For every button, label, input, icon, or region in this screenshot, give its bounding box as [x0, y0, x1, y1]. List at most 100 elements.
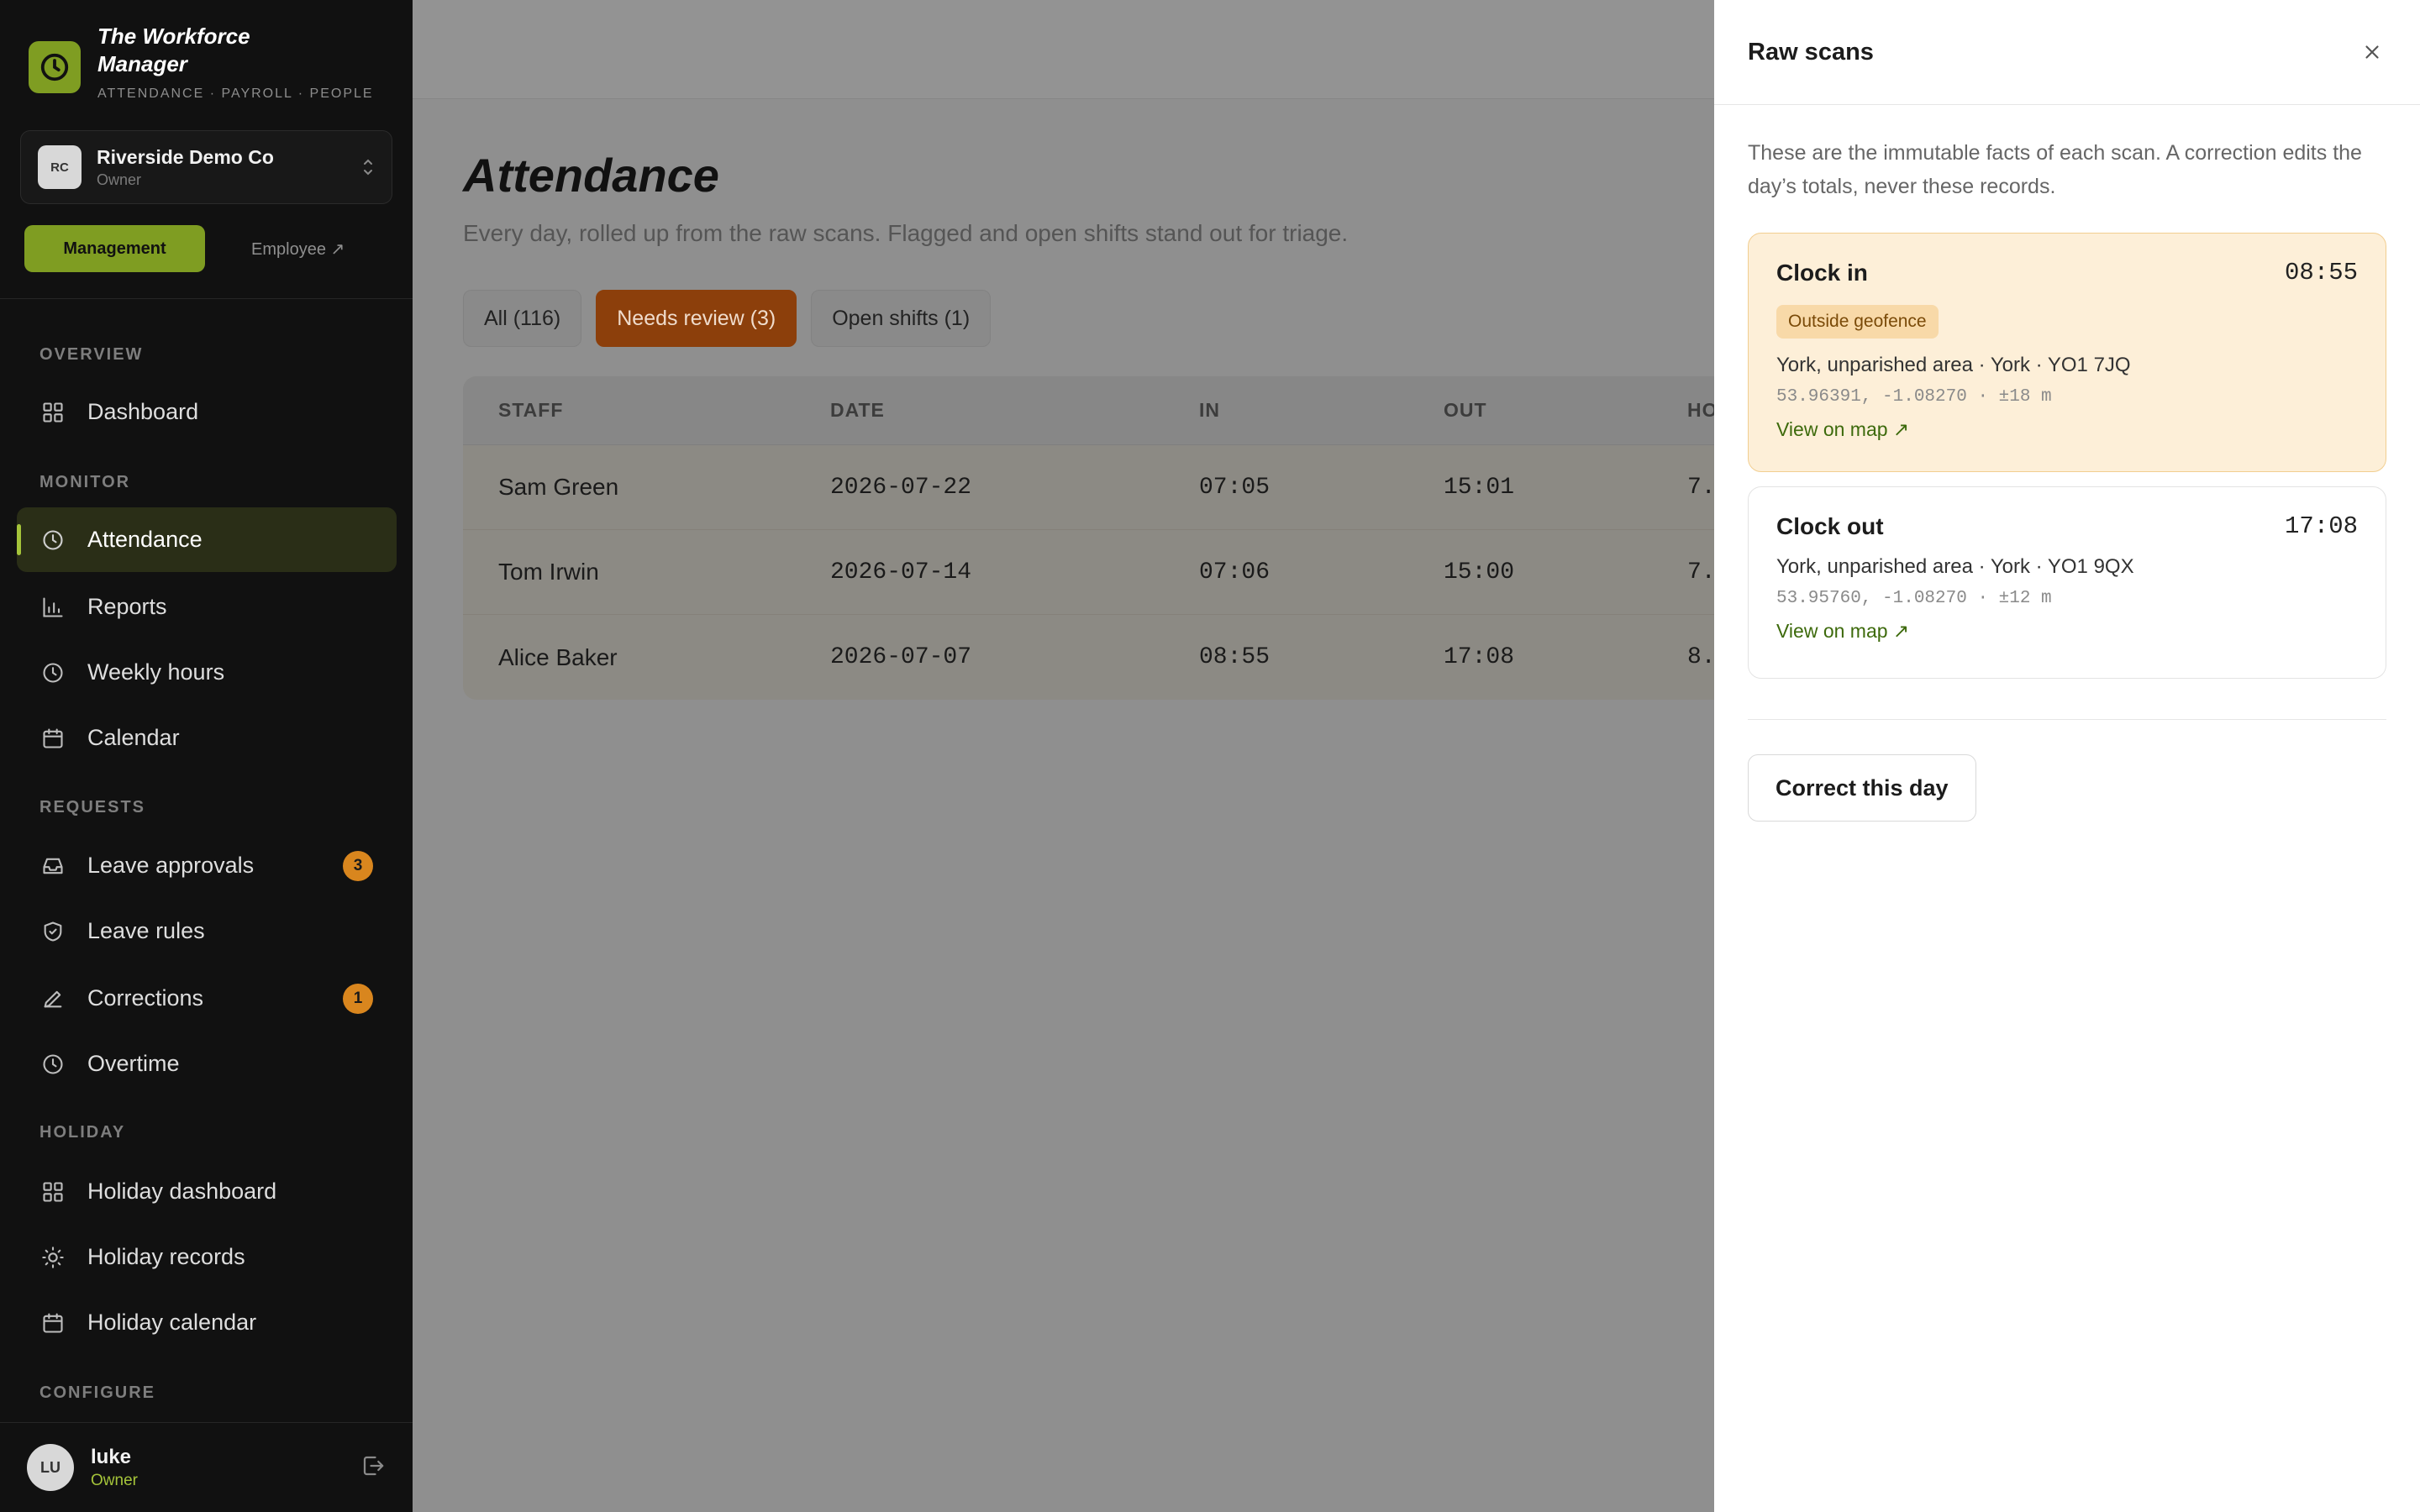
scan-label: Clock out: [1776, 512, 1884, 539]
sidebar-item-corrections[interactable]: Corrections 1: [17, 966, 397, 1031]
scan-label: Clock in: [1776, 259, 1868, 286]
filter-open-shifts[interactable]: Open shifts (1): [811, 290, 992, 347]
drawer-header: Raw scans: [1714, 0, 2420, 105]
column-header-out[interactable]: OUT: [1444, 399, 1487, 422]
column-header-in[interactable]: IN: [1199, 399, 1220, 422]
filter-needs-review[interactable]: Needs review (3): [596, 290, 797, 347]
scan-address: York, unparished area · York · YO1 7JQ: [1776, 354, 2131, 376]
sidebar-item-leave-rules[interactable]: Leave rules: [17, 899, 397, 963]
leave-approvals-count-badge: 3: [343, 850, 373, 881]
pencil-icon: [40, 986, 66, 1011]
cell-date: 2026-07-22: [830, 474, 972, 501]
clock-icon: [40, 1052, 66, 1077]
section-label-configure: CONFIGURE: [39, 1383, 155, 1402]
calendar-icon: [40, 726, 66, 751]
sidebar-item-holiday-calendar[interactable]: Holiday calendar: [17, 1290, 397, 1355]
table-row[interactable]: Sam Green 2026-07-22 07:05 15:01 7.: [463, 445, 1807, 530]
cell-hours: 7.: [1687, 474, 1716, 501]
page-title: Attendance: [463, 149, 719, 202]
sidebar-item-weekly-hours[interactable]: Weekly hours: [17, 640, 397, 705]
sidebar-item-label: Attendance: [87, 527, 203, 552]
brand-subtitle: ATTENDANCE · PAYROLL · PEOPLE: [97, 87, 374, 101]
cell-date: 2026-07-07: [830, 644, 972, 670]
sidebar-divider: [0, 298, 413, 299]
sidebar-item-label: Weekly hours: [87, 659, 225, 685]
clock-icon: [40, 528, 66, 553]
user-name: luke: [91, 1445, 132, 1468]
outside-geofence-badge: Outside geofence: [1776, 305, 1939, 339]
sidebar-item-label: Holiday dashboard: [87, 1179, 277, 1204]
user-bar: LU luke Owner: [0, 1422, 413, 1512]
close-icon[interactable]: [2358, 38, 2386, 66]
employee-mode-link[interactable]: Employee ↗: [251, 239, 345, 260]
section-label-requests: REQUESTS: [39, 798, 146, 816]
column-header-staff[interactable]: STAFF: [498, 399, 563, 422]
drawer-description: These are the immutable facts of each sc…: [1748, 141, 2362, 198]
sun-icon: [40, 1245, 66, 1270]
cell-out: 15:00: [1444, 559, 1515, 585]
filter-tabs: All (116) Needs review (3) Open shifts (…: [463, 290, 1005, 347]
sidebar-item-holiday-dashboard[interactable]: Holiday dashboard: [17, 1159, 397, 1224]
cell-staff: Tom Irwin: [498, 559, 599, 585]
grid-icon: [40, 400, 66, 425]
clock-icon: [40, 660, 66, 685]
cell-in: 07:05: [1199, 474, 1270, 501]
sidebar-item-label: Holiday calendar: [87, 1310, 257, 1335]
scan-time: 17:08: [2284, 512, 2358, 540]
sidebar-item-label: Holiday records: [87, 1244, 245, 1269]
sidebar-item-holiday-records[interactable]: Holiday records: [17, 1225, 397, 1289]
org-role: Owner: [97, 171, 142, 188]
sidebar-item-reports[interactable]: Reports: [17, 575, 397, 639]
scan-coordinates: 53.95760, -1.08270 · ±12 m: [1776, 589, 2052, 608]
clock-in-scan-card: Clock in 08:55 Outside geofence York, un…: [1748, 233, 2386, 472]
cell-in: 07:06: [1199, 559, 1270, 585]
table-header: STAFF DATE IN OUT HO: [463, 376, 1807, 445]
sidebar: The Workforce Manager ATTENDANCE · PAYRO…: [0, 0, 413, 1512]
filter-all[interactable]: All (116): [463, 290, 582, 347]
table-row[interactable]: Alice Baker 2026-07-07 08:55 17:08 8.: [463, 615, 1807, 700]
org-switcher[interactable]: RC Riverside Demo Co Owner: [20, 130, 392, 204]
sidebar-item-leave-approvals[interactable]: Leave approvals 3: [17, 833, 397, 898]
chevron-up-down-icon: [361, 156, 375, 178]
user-role: Owner: [91, 1471, 138, 1489]
grid-icon: [40, 1179, 66, 1205]
inbox-icon: [40, 853, 66, 879]
org-avatar: RC: [38, 145, 82, 189]
section-label-holiday: HOLIDAY: [39, 1123, 126, 1142]
cell-staff: Sam Green: [498, 474, 619, 500]
avatar[interactable]: LU: [27, 1444, 74, 1491]
sidebar-item-attendance[interactable]: Attendance: [17, 507, 397, 572]
bar-chart-icon: [40, 595, 66, 620]
view-on-map-link[interactable]: View on map ↗: [1776, 620, 1909, 643]
cell-out: 17:08: [1444, 644, 1515, 670]
sidebar-item-label: Leave approvals: [87, 853, 255, 878]
column-header-date[interactable]: DATE: [830, 399, 885, 422]
view-on-map-link[interactable]: View on map ↗: [1776, 418, 1909, 441]
logout-icon[interactable]: [360, 1453, 386, 1483]
sidebar-item-label: Dashboard: [87, 399, 199, 424]
cell-staff: Alice Baker: [498, 643, 618, 670]
brand: The Workforce Manager ATTENDANCE · PAYRO…: [29, 23, 374, 102]
section-label-monitor: MONITOR: [39, 473, 131, 491]
calendar-icon: [40, 1310, 66, 1336]
corrections-count-badge: 1: [343, 983, 373, 1014]
management-mode-button[interactable]: Management: [24, 225, 205, 272]
raw-scans-drawer: Raw scans These are the immutable facts …: [1714, 0, 2420, 1512]
drawer-divider: [1748, 719, 2386, 720]
cell-in: 08:55: [1199, 644, 1270, 670]
clock-logo-icon: [29, 41, 81, 93]
sidebar-item-label: Calendar: [87, 725, 180, 750]
correct-this-day-button[interactable]: Correct this day: [1748, 754, 1976, 822]
sidebar-item-dashboard[interactable]: Dashboard: [17, 380, 397, 444]
scan-time: 08:55: [2284, 259, 2358, 286]
mode-toggle: Management Employee ↗: [24, 225, 345, 272]
org-name: Riverside Demo Co: [97, 145, 274, 168]
scan-address: York, unparished area · York · YO1 9QX: [1776, 555, 2134, 578]
brand-title: The Workforce Manager: [97, 24, 250, 76]
table-row[interactable]: Tom Irwin 2026-07-14 07:06 15:00 7.: [463, 530, 1807, 615]
scan-coordinates: 53.96391, -1.08270 · ±18 m: [1776, 387, 2052, 407]
sidebar-item-calendar[interactable]: Calendar: [17, 706, 397, 770]
sidebar-item-overtime[interactable]: Overtime: [17, 1032, 397, 1096]
cell-hours: 8.: [1687, 644, 1716, 670]
sidebar-item-label: Reports: [87, 594, 167, 619]
